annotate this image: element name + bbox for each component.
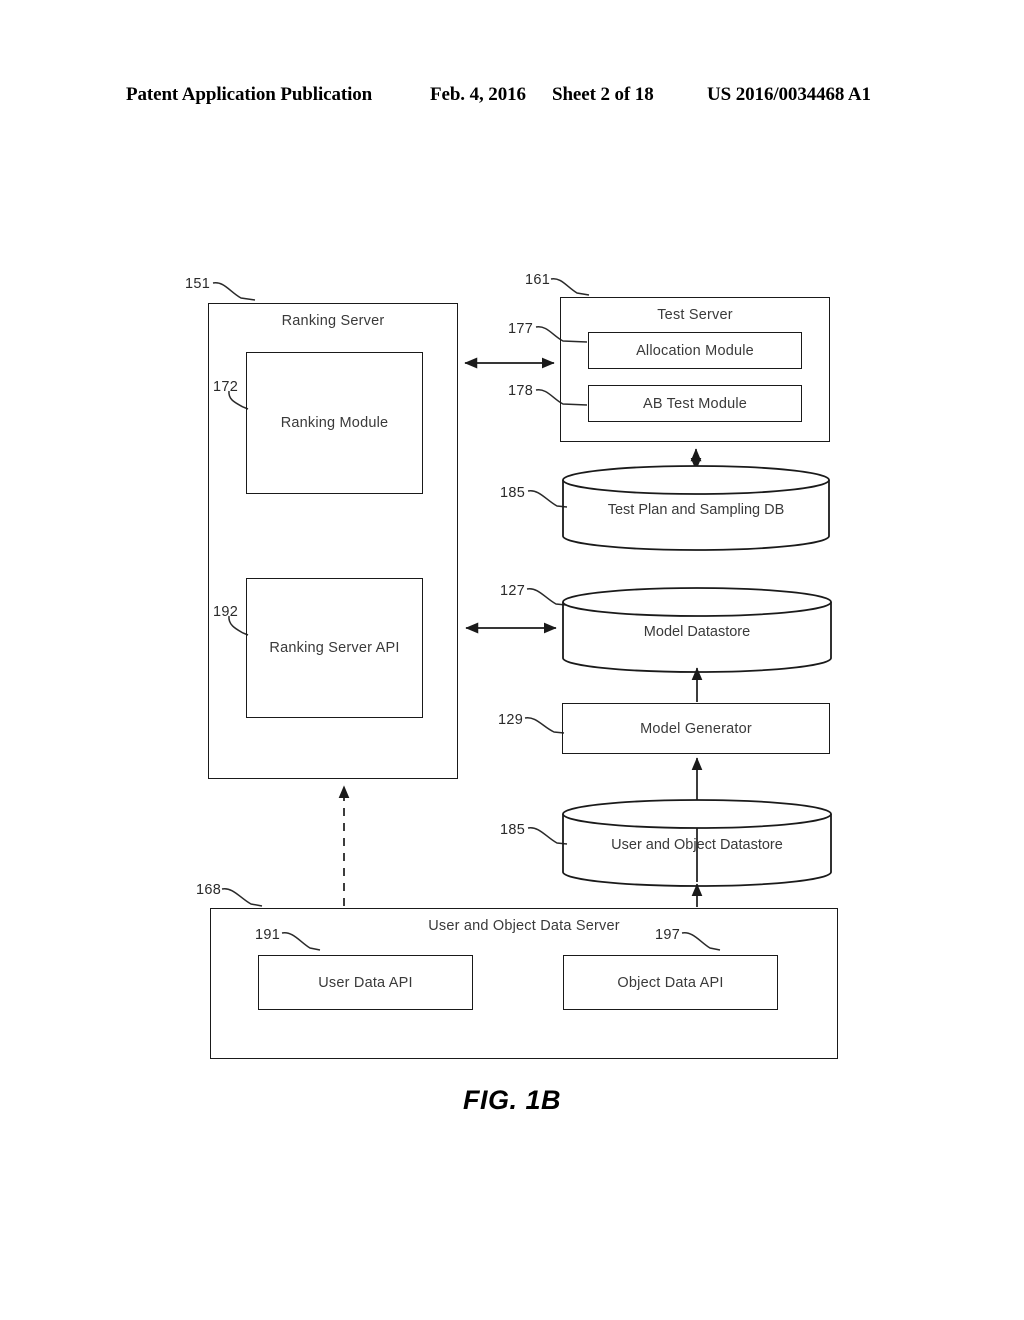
figure-1b-diagram: Test Server --> Test Plan and Sampling D…: [0, 0, 1024, 1320]
leader-129: [524, 717, 565, 734]
user-object-data-server-label: User and Object Data Server: [428, 918, 620, 934]
user-data-api-block[interactable]: User Data API: [258, 955, 473, 1010]
leader-161: [550, 278, 590, 296]
leader-151: [212, 282, 256, 301]
ref-numeral-168: 168: [196, 882, 222, 898]
ref-numeral-192: 192: [213, 604, 239, 620]
ab-test-module-label: AB Test Module: [642, 395, 748, 412]
ranking-module-label: Ranking Module: [280, 415, 389, 431]
ranking-server-api-block[interactable]: Ranking Server API: [246, 578, 423, 718]
user-object-datastore-cylinder[interactable]: User and Object Datastore: [561, 797, 833, 889]
ref-numeral-185-test-plan: 185: [500, 485, 526, 501]
leader-168: [221, 888, 263, 907]
ranking-module-block[interactable]: Ranking Module: [246, 352, 423, 494]
model-generator-block[interactable]: Model Generator: [562, 703, 830, 754]
ref-numeral-191: 191: [255, 927, 281, 943]
cylinder-shape-icon: [562, 465, 830, 551]
ref-numeral-197: 197: [655, 927, 681, 943]
diagram-connectors: Test Server --> Test Plan and Sampling D…: [212, 278, 721, 951]
user-data-api-label: User Data API: [318, 974, 413, 991]
object-data-api-block[interactable]: Object Data API: [563, 955, 778, 1010]
ref-numeral-161: 161: [525, 272, 551, 288]
test-plan-sampling-db-cylinder[interactable]: Test Plan and Sampling DB: [561, 463, 831, 553]
ref-numeral-129: 129: [498, 712, 524, 728]
cylinder-shape-icon: [562, 587, 832, 673]
allocation-module-block[interactable]: Allocation Module: [588, 332, 802, 369]
object-data-api-label: Object Data API: [617, 974, 724, 991]
ranking-server-label: Ranking Server: [281, 313, 385, 329]
ranking-server-api-label: Ranking Server API: [269, 640, 400, 656]
test-server-label: Test Server: [657, 307, 733, 323]
ref-numeral-172: 172: [213, 379, 239, 395]
ref-numeral-177: 177: [508, 321, 534, 337]
model-generator-label: Model Generator: [640, 720, 752, 737]
ref-numeral-127: 127: [500, 583, 526, 599]
figure-caption: FIG. 1B: [462, 1085, 561, 1115]
allocation-module-label: Allocation Module: [636, 342, 754, 359]
ref-numeral-178: 178: [508, 383, 534, 399]
ref-numeral-185-user-object: 185: [500, 822, 526, 838]
ref-numeral-151: 151: [185, 276, 211, 292]
cylinder-shape-icon: [562, 799, 832, 887]
ab-test-module-block[interactable]: AB Test Module: [588, 385, 802, 422]
model-datastore-cylinder[interactable]: Model Datastore: [561, 585, 833, 675]
